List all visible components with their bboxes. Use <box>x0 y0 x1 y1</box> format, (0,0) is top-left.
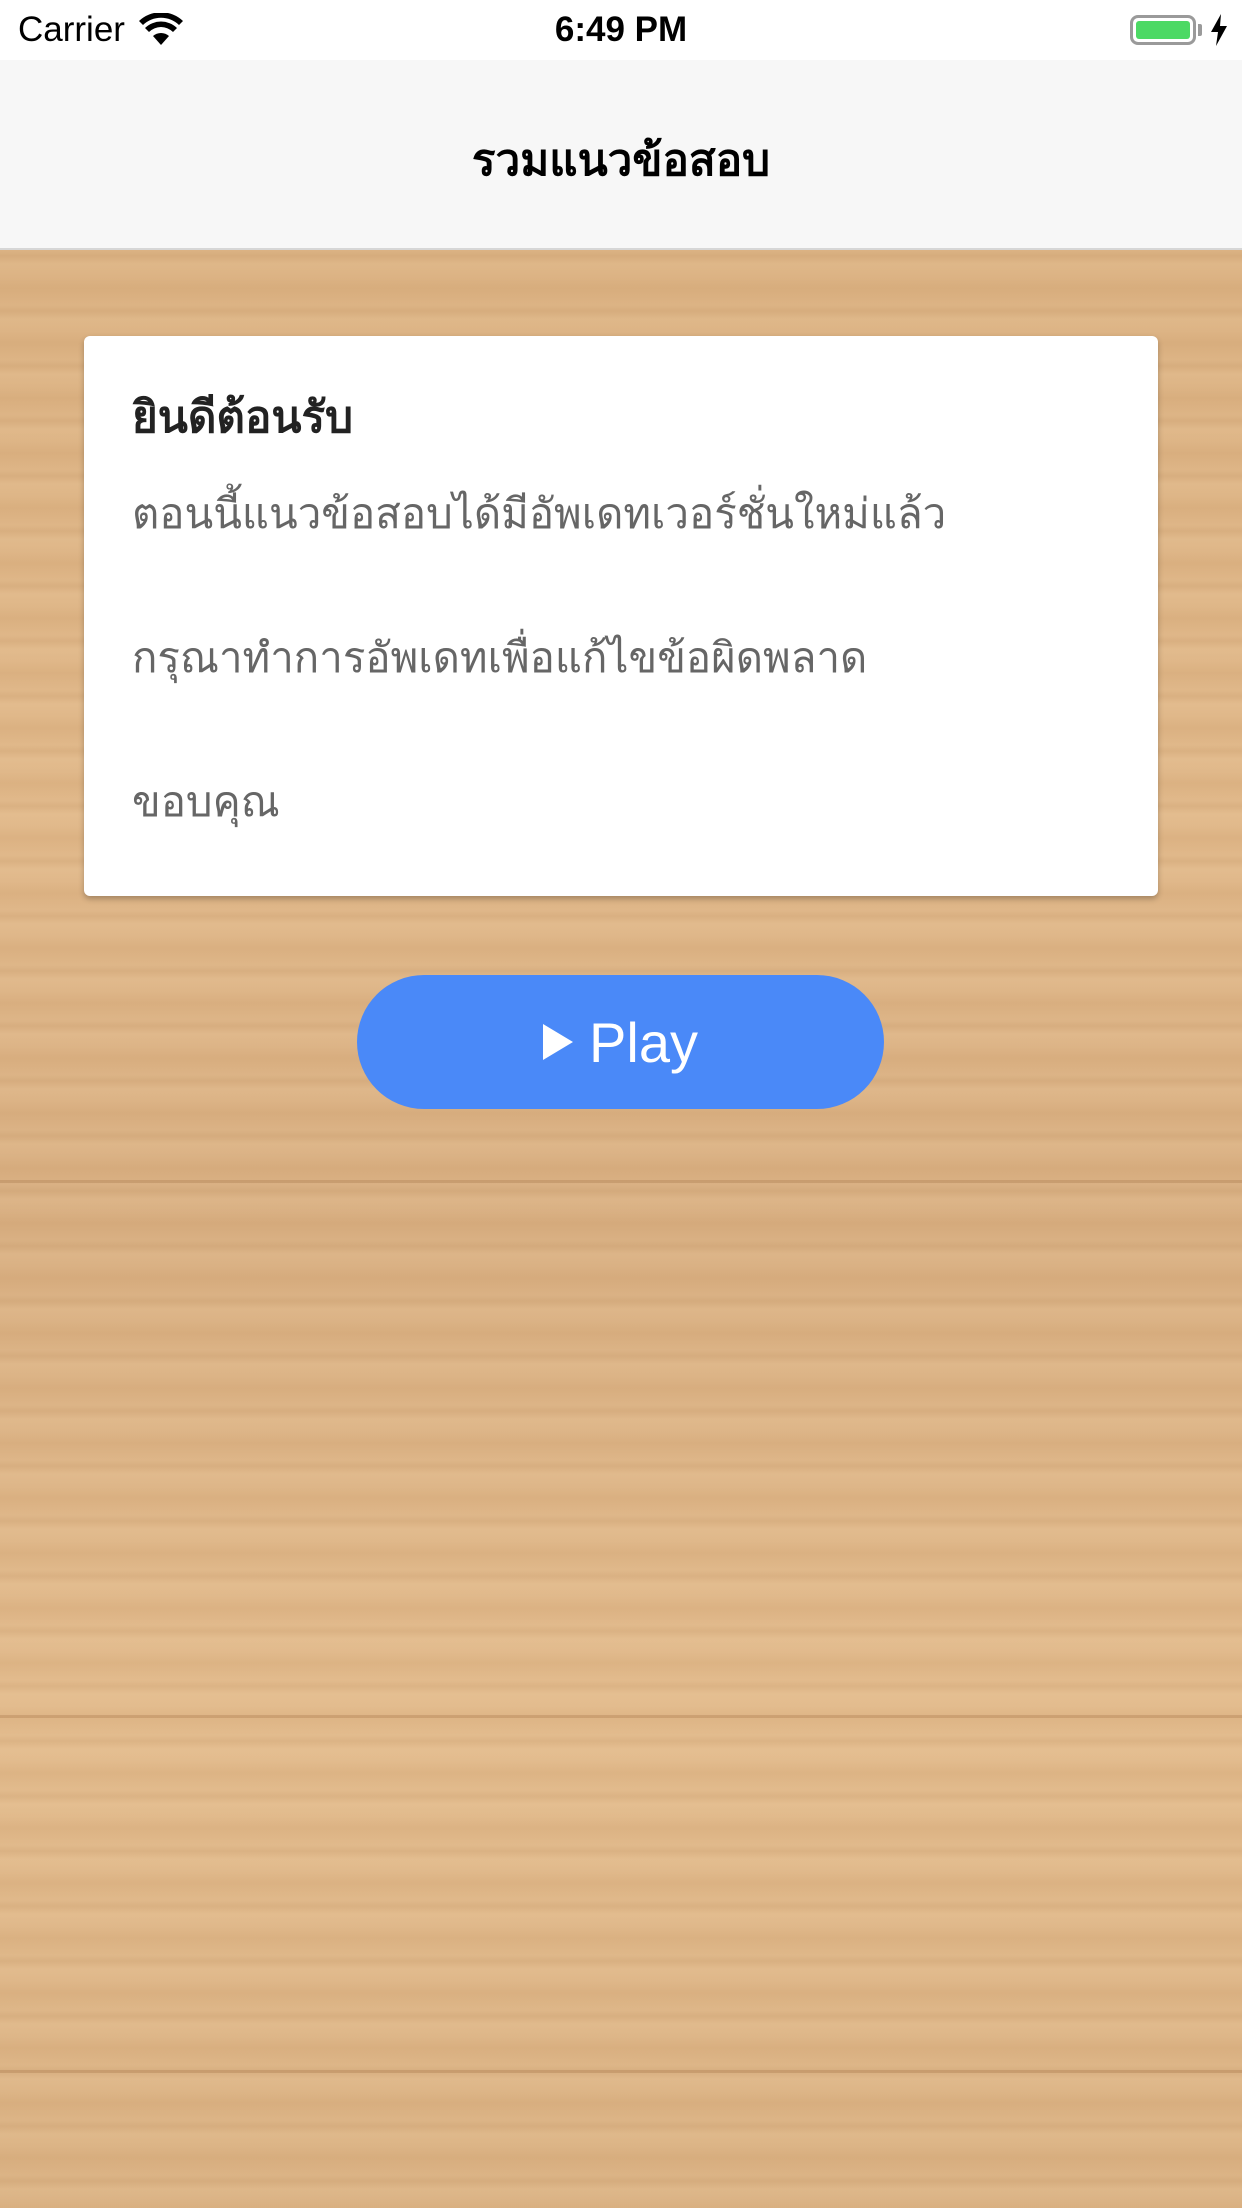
card-message-thanks: ขอบคุณ <box>132 778 280 825</box>
card-message-instruction: กรุณาทำการอัพเดทเพื่อแก้ไขข้อผิดพลาด <box>132 634 868 681</box>
battery-tip <box>1198 24 1202 36</box>
status-right <box>1130 12 1228 48</box>
welcome-card: ยินดีต้อนรับ ตอนนี้แนวข้อสอบได้มีอัพเดทเ… <box>84 336 1158 896</box>
plank-seam <box>0 1715 1242 1718</box>
plank-seam <box>0 1180 1242 1183</box>
charging-bolt-icon <box>1211 14 1227 46</box>
nav-title: รวมแนวข้อสอบ <box>471 136 771 185</box>
plank-seam <box>0 2070 1242 2073</box>
navigation-bar: รวมแนวข้อสอบ <box>0 60 1242 250</box>
play-button[interactable]: Play <box>357 975 884 1109</box>
play-button-label: Play <box>589 1010 698 1074</box>
status-bar: Carrier 6:49 PM <box>0 0 1242 60</box>
battery-icon <box>1130 15 1196 45</box>
app-screen: Carrier 6:49 PM รวมแนวข้อสอบ ยินดีต้อนรั… <box>0 0 1242 2208</box>
battery-level <box>1136 21 1190 39</box>
card-title: ยินดีต้อนรับ <box>132 393 354 442</box>
play-icon <box>543 1024 574 1060</box>
card-message-update: ตอนนี้แนวข้อสอบได้มีอัพเดทเวอร์ชั่นใหม่แ… <box>132 490 947 537</box>
status-time: 6:49 PM <box>554 10 688 49</box>
